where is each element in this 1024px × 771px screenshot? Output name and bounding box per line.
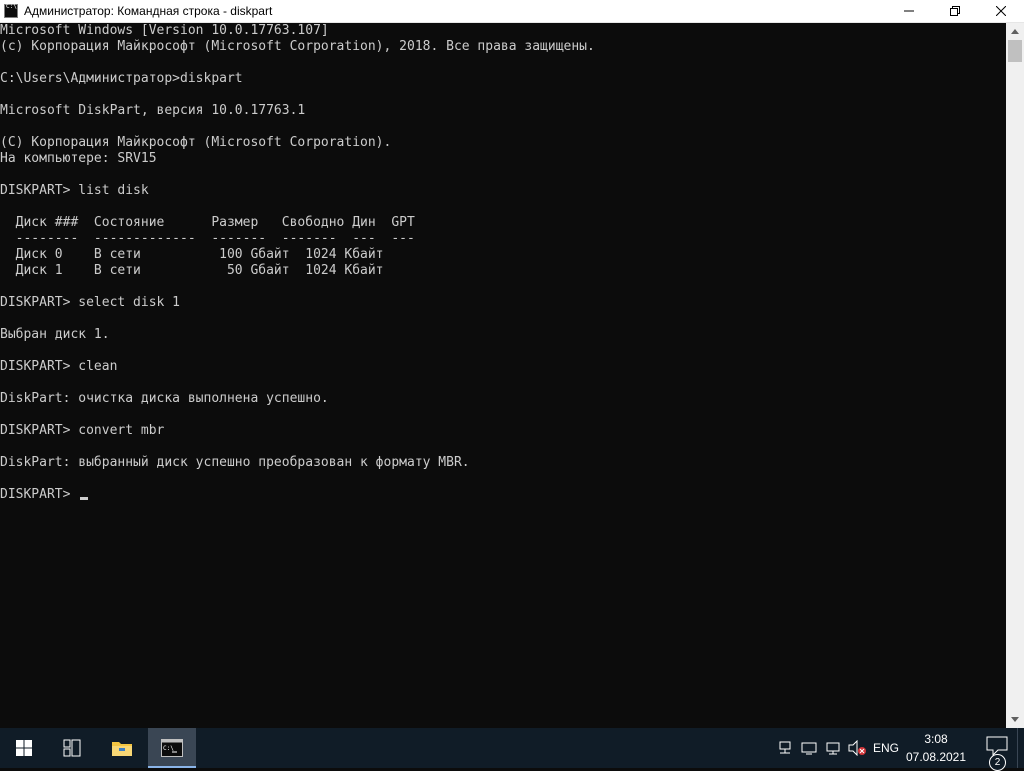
console-line: На компьютере: SRV15 — [0, 151, 157, 166]
scroll-up-button[interactable] — [1006, 23, 1024, 40]
volume-tray-button[interactable] — [846, 728, 868, 768]
file-explorer-button[interactable] — [98, 728, 146, 768]
console-line: Диск ### Состояние Размер Свободно Дин G… — [0, 215, 415, 230]
taskbar: C:\ ENG 3:08 07.08.2021 2 — [0, 728, 1024, 771]
console-line: Microsoft Windows [Version 10.0.17763.10… — [0, 23, 329, 38]
monitor-icon — [801, 742, 817, 755]
minimize-icon — [904, 10, 914, 12]
scrollbar-thumb[interactable] — [1008, 40, 1022, 62]
clock-date: 07.08.2021 — [905, 750, 967, 764]
task-view-icon — [63, 739, 81, 757]
command-prompt-icon — [4, 3, 18, 18]
vertical-scrollbar[interactable] — [1006, 23, 1024, 728]
console-line: DiskPart: очистка диска выполнена успешн… — [0, 391, 329, 406]
chevron-up-icon — [1011, 29, 1019, 34]
notification-count-badge: 2 — [989, 754, 1006, 771]
scroll-down-button[interactable] — [1006, 711, 1024, 728]
chevron-down-icon — [1011, 717, 1019, 722]
display-tray-button[interactable] — [798, 728, 820, 768]
console-line: Выбран диск 1. — [0, 327, 110, 342]
command-prompt-icon: C:\ — [161, 739, 183, 757]
console-line: Microsoft DiskPart, версия 10.0.17763.1 — [0, 103, 306, 118]
restore-icon — [950, 6, 960, 16]
window-title: Администратор: Командная строка - diskpa… — [24, 4, 273, 18]
console-line: DISKPART> convert mbr — [0, 423, 165, 438]
console-line: Диск 1 В сети 50 Gбайт 1024 Кбайт — [0, 263, 384, 278]
taskbar-clock[interactable]: 3:08 07.08.2021 — [904, 730, 968, 766]
input-language-label: ENG — [872, 741, 899, 755]
console-line: -------- ------------- ------- ------- -… — [0, 231, 415, 246]
console-area[interactable]: Microsoft Windows [Version 10.0.17763.10… — [0, 23, 1006, 728]
console-line: DISKPART> clean — [0, 359, 118, 374]
clock-time: 3:08 — [924, 732, 948, 746]
windows-logo-icon — [16, 740, 32, 756]
volume-muted-icon — [848, 740, 866, 756]
console-line: DiskPart: выбранный диск успешно преобра… — [0, 455, 470, 470]
console-prompt: DISKPART> — [0, 487, 79, 502]
console-line: DISKPART> select disk 1 — [0, 295, 181, 310]
close-icon — [996, 6, 1006, 16]
window-titlebar[interactable]: Администратор: Командная строка - diskpa… — [0, 0, 1024, 23]
start-button[interactable] — [0, 728, 48, 768]
folder-icon — [112, 742, 132, 756]
network-tray-button[interactable] — [774, 728, 796, 768]
console-line: DISKPART> list disk — [0, 183, 149, 198]
command-prompt-taskbar-button[interactable]: C:\ — [148, 728, 196, 768]
svg-text:C:\: C:\ — [163, 745, 174, 752]
computer-network-icon — [826, 742, 840, 755]
network-icon — [779, 741, 791, 754]
console-line: (C) Корпорация Майкрософт (Microsoft Cor… — [0, 135, 392, 150]
close-button[interactable] — [978, 0, 1024, 22]
notification-icon — [986, 736, 1008, 757]
console-line: (c) Корпорация Майкрософт (Microsoft Cor… — [0, 39, 595, 54]
console-output: Microsoft Windows [Version 10.0.17763.10… — [0, 23, 1006, 503]
network-connection-tray-button[interactable] — [822, 728, 844, 768]
console-line: Диск 0 В сети 100 Gбайт 1024 Кбайт — [0, 247, 384, 262]
show-desktop-button[interactable] — [1017, 728, 1024, 768]
restore-button[interactable] — [932, 0, 978, 22]
minimize-button[interactable] — [886, 0, 932, 22]
action-center-button[interactable]: 2 — [986, 736, 1010, 771]
console-line: C:\Users\Администратор>diskpart — [0, 71, 243, 86]
console-prompt-line[interactable]: DISKPART> — [0, 487, 1006, 503]
text-cursor — [80, 497, 89, 500]
task-view-button[interactable] — [48, 728, 96, 768]
input-language-button[interactable]: ENG — [870, 728, 902, 768]
